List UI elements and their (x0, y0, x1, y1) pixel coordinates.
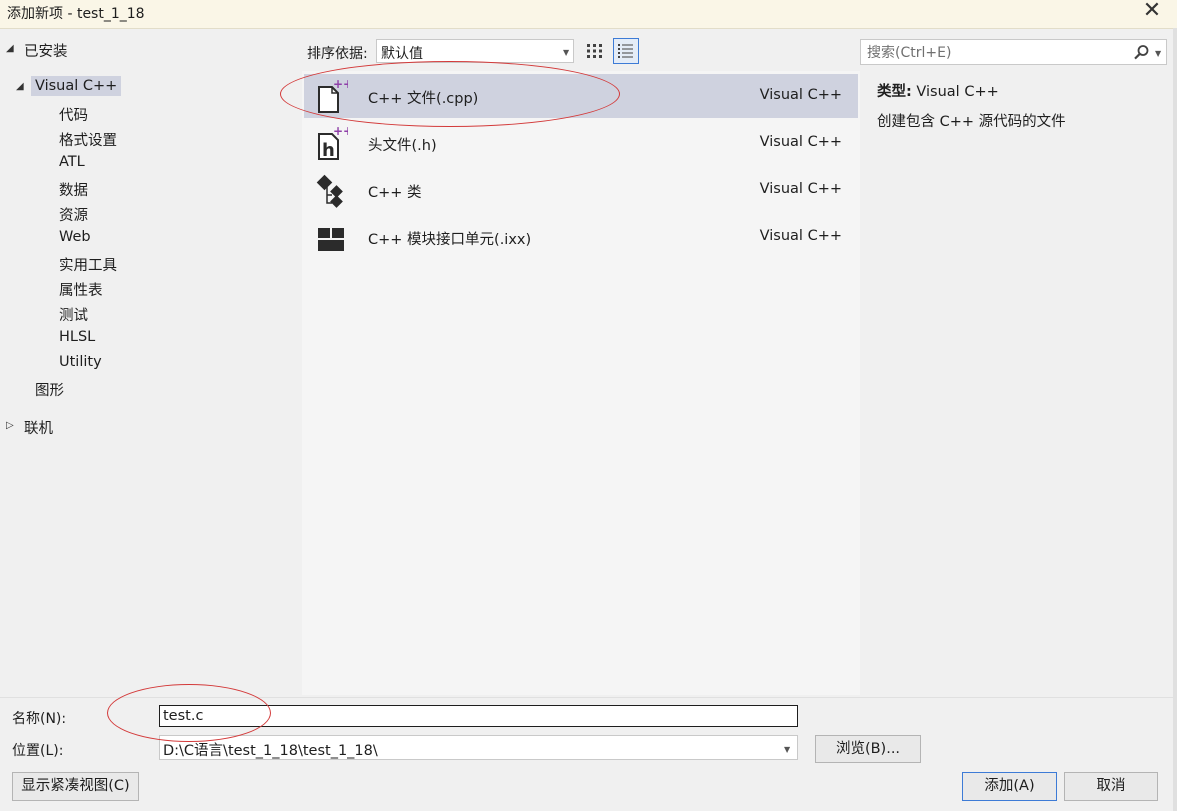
browse-button[interactable]: 浏览(B)... (815, 735, 921, 763)
template-row-cpp-class[interactable]: C++ 类 Visual C++ (304, 168, 858, 212)
tree-item-hlsl[interactable]: HLSL (59, 329, 95, 345)
sort-value: 默认值 (381, 46, 423, 62)
location-value: D:\C语言\test_1_18\test_1_18\ (163, 743, 378, 759)
location-dropdown[interactable]: D:\C语言\test_1_18\test_1_18\ ▼ (159, 735, 798, 760)
template-name: C++ 类 (368, 185, 422, 201)
template-language: Visual C++ (759, 228, 842, 244)
template-language: Visual C++ (759, 181, 842, 197)
template-language: Visual C++ (759, 134, 842, 150)
template-list: ++ C++ 文件(.cpp) Visual C++ h ++ 头文件(.h) … (302, 71, 860, 695)
list-view-button[interactable] (613, 38, 639, 64)
tree-item-code[interactable]: 代码 (59, 104, 88, 125)
tree-item-installed[interactable]: 已安装 (24, 40, 68, 61)
window-title: 添加新项 - test_1_18 (7, 6, 145, 22)
template-name: C++ 文件(.cpp) (368, 91, 479, 107)
tree-item-test[interactable]: 测试 (59, 304, 88, 325)
template-language: Visual C++ (759, 87, 842, 103)
grid-icon (587, 44, 602, 58)
tree-item-web[interactable]: Web (59, 229, 91, 245)
name-label: 名称(N): (12, 711, 67, 727)
tree-item-property-sheets[interactable]: 属性表 (59, 279, 103, 300)
tree-item-utilities[interactable]: 实用工具 (59, 254, 117, 275)
grid-view-button[interactable] (582, 38, 608, 64)
detail-type-value: Visual C++ (916, 84, 999, 100)
detail-description: 创建包含 C++ 源代码的文件 (877, 114, 1066, 130)
svg-text:++: ++ (333, 126, 348, 138)
list-icon (618, 44, 633, 58)
sort-label: 排序依据: (307, 46, 368, 62)
chevron-down-icon: ▼ (784, 745, 791, 754)
cpp-class-icon (316, 174, 343, 208)
search-box: ▼ (860, 39, 1167, 65)
cpp-file-icon: ++ (318, 79, 348, 113)
detail-type: 类型: Visual C++ (877, 80, 999, 101)
window-edge (1173, 28, 1177, 811)
tree-item-data[interactable]: 数据 (59, 179, 88, 200)
template-row-header-file[interactable]: h ++ 头文件(.h) Visual C++ (304, 121, 858, 165)
title-bar: 添加新项 - test_1_18 ✕ (0, 0, 1177, 29)
search-icon[interactable] (1133, 44, 1150, 61)
cancel-button[interactable]: 取消 (1064, 772, 1158, 801)
divider (0, 697, 1173, 698)
close-icon[interactable]: ✕ (1140, 0, 1164, 24)
search-input[interactable] (865, 42, 1124, 64)
location-label: 位置(L): (12, 743, 64, 759)
svg-text:++: ++ (333, 79, 348, 91)
tree-item-resources[interactable]: 资源 (59, 204, 88, 225)
template-row-cpp-file[interactable]: ++ C++ 文件(.cpp) Visual C++ (304, 74, 858, 118)
tree-item-formatting[interactable]: 格式设置 (59, 129, 117, 150)
expand-visual-cpp-icon[interactable]: ◢ (16, 81, 24, 92)
header-file-icon: h ++ (318, 126, 348, 161)
search-options-icon[interactable]: ▼ (1155, 49, 1161, 58)
expand-online-icon[interactable]: ▷ (6, 420, 14, 431)
tree-item-online[interactable]: 联机 (24, 417, 53, 438)
detail-type-label: 类型: (877, 84, 912, 100)
chevron-down-icon: ▼ (563, 48, 570, 57)
name-field[interactable] (159, 705, 798, 727)
compact-view-button[interactable]: 显示紧凑视图(C) (12, 772, 139, 801)
tree-item-atl[interactable]: ATL (59, 154, 85, 170)
tree-item-visual-cpp[interactable]: Visual C++ (31, 76, 122, 96)
expand-installed-icon[interactable]: ◢ (6, 43, 14, 54)
tree-item-graphics[interactable]: 图形 (35, 379, 64, 400)
svg-text:h: h (322, 140, 335, 161)
template-name: 头文件(.h) (368, 138, 437, 154)
module-interface-icon (318, 228, 344, 251)
add-button[interactable]: 添加(A) (962, 772, 1057, 801)
tree-item-utility[interactable]: Utility (59, 354, 102, 370)
template-row-module-interface[interactable]: C++ 模块接口单元(.ixx) Visual C++ (304, 215, 858, 259)
template-name: C++ 模块接口单元(.ixx) (368, 232, 532, 248)
sort-dropdown[interactable]: 默认值 ▼ (376, 39, 574, 63)
